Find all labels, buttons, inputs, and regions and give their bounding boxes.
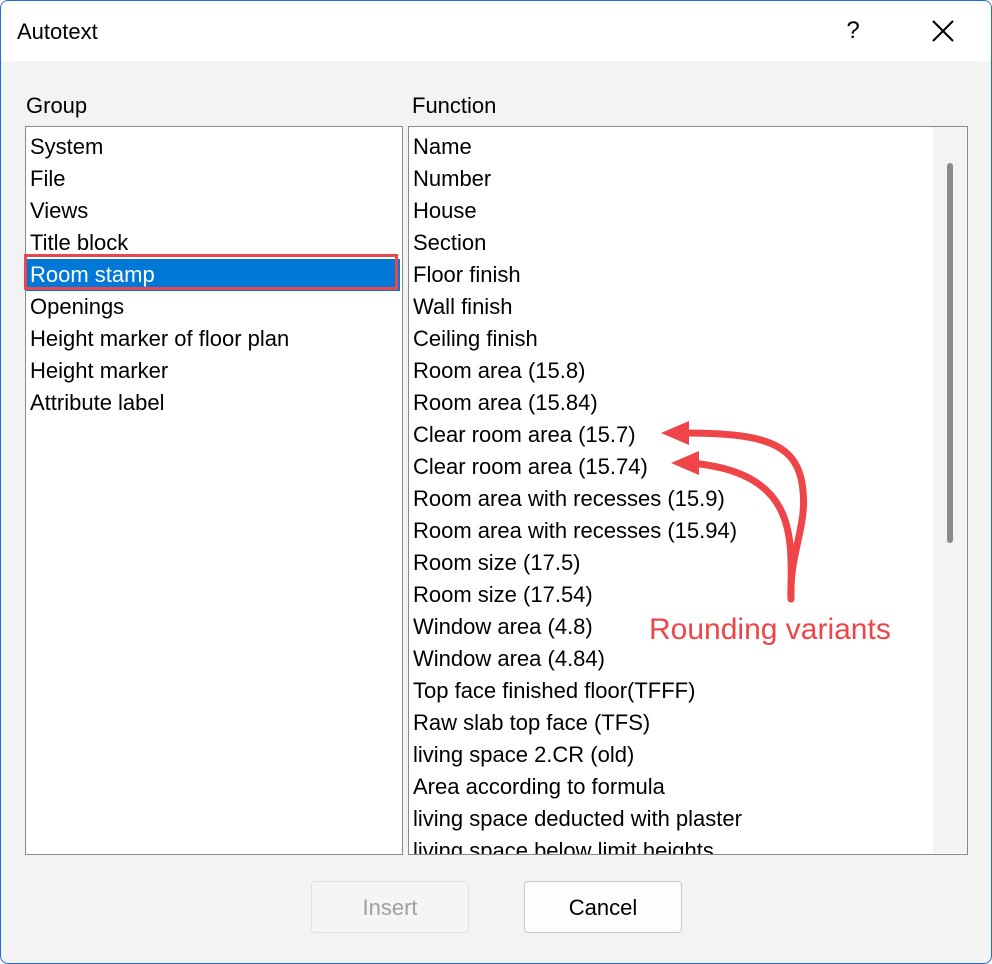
annotation-callout: Rounding variants <box>649 613 891 646</box>
insert-button[interactable]: Insert <box>311 881 469 933</box>
autotext-dialog: Autotext ? Group Function System File View… <box>0 0 992 964</box>
annotation-arrowhead-1 <box>661 421 689 445</box>
cancel-button[interactable]: Cancel <box>524 881 682 933</box>
annotation-arrows <box>661 421 808 603</box>
annotation-arrow-2 <box>687 459 795 603</box>
annotation-arrowhead-2 <box>671 451 699 475</box>
